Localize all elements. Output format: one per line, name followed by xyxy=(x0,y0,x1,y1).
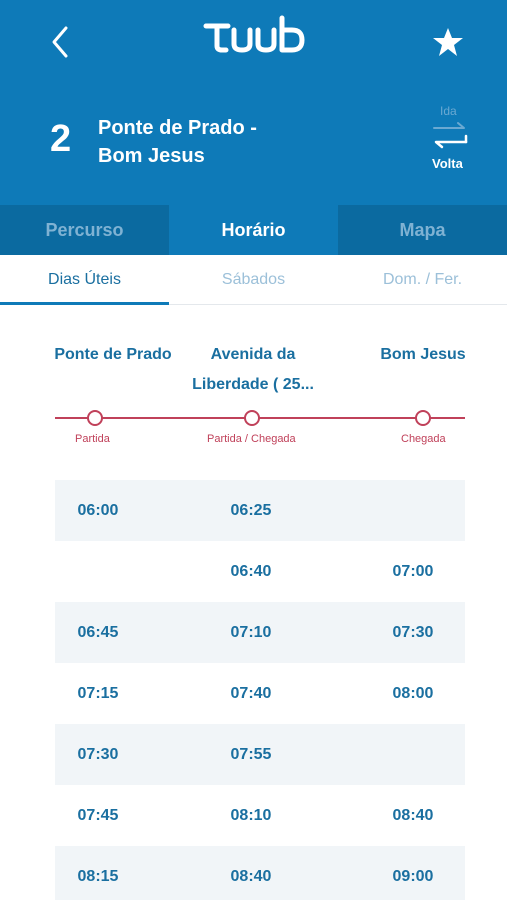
header: 2 Ponte de Prado - Bom Jesus Ida Volta xyxy=(0,0,507,205)
timeline-label-destination: Chegada xyxy=(401,433,446,445)
tub-logo xyxy=(200,12,310,62)
stop-name-middle: Avenida da Liberdade ( 25... xyxy=(180,340,326,400)
stop-name-destination: Bom Jesus xyxy=(380,346,466,363)
swap-direction-icon xyxy=(433,122,468,149)
subtab-sabados[interactable]: Sábados xyxy=(169,255,338,304)
schedule-cell: 07:45 xyxy=(77,806,119,824)
route-name: Ponte de Prado - Bom Jesus xyxy=(98,114,318,170)
chevron-left-icon xyxy=(52,26,68,58)
schedule-cell: 08:15 xyxy=(77,867,119,885)
schedule-row: 06:40 07:00 xyxy=(55,541,465,602)
schedule-row: 07:45 08:10 08:40 xyxy=(55,785,465,846)
tab-horario[interactable]: Horário xyxy=(169,205,338,255)
direction-toggle[interactable]: Ida Volta xyxy=(424,104,474,174)
schedule-row: 07:15 07:40 08:00 xyxy=(55,663,465,724)
schedule-cell: 08:10 xyxy=(230,806,272,824)
favorite-star-button[interactable] xyxy=(428,22,468,62)
timeline-line xyxy=(55,417,465,419)
schedule-cell: 08:40 xyxy=(230,867,272,885)
main-tabs: Percurso Horário Mapa xyxy=(0,205,507,255)
back-button[interactable] xyxy=(40,18,84,66)
route-name-line1: Ponte de Prado - xyxy=(98,117,257,139)
schedule-row: 06:00 06:25 xyxy=(55,480,465,541)
tab-mapa[interactable]: Mapa xyxy=(338,205,507,255)
day-type-tabs: Dias Úteis Sábados Dom. / Fer. xyxy=(0,255,507,305)
star-icon xyxy=(433,28,463,56)
timeline-label-middle: Partida / Chegada xyxy=(207,433,296,445)
schedule-cell: 07:15 xyxy=(77,684,119,702)
schedule-cell: 08:00 xyxy=(392,684,434,702)
timeline-label-origin: Partida xyxy=(75,433,110,445)
schedule-cell: 07:30 xyxy=(392,623,434,641)
schedule-cell: 07:10 xyxy=(230,623,272,641)
schedule-cell: 08:40 xyxy=(392,806,434,824)
timeline-dot-destination xyxy=(415,410,431,426)
schedule-row: 07:30 07:55 xyxy=(55,724,465,785)
schedule-cell: 07:00 xyxy=(392,562,434,580)
schedule-table: 06:00 06:25 06:40 07:00 06:45 07:10 07:3… xyxy=(55,480,465,900)
stop-name-middle-line1: Avenida da xyxy=(210,346,296,363)
schedule-cell: 07:40 xyxy=(230,684,272,702)
route-name-line2: Bom Jesus xyxy=(98,145,205,167)
stop-name-middle-line2: Liberdade ( 25... xyxy=(192,376,314,393)
schedule-row: 06:45 07:10 07:30 xyxy=(55,602,465,663)
timeline-dot-middle xyxy=(244,410,260,426)
subtab-domingos-feriados[interactable]: Dom. / Fer. xyxy=(338,255,507,304)
schedule-cell: 06:25 xyxy=(230,501,272,519)
tab-percurso[interactable]: Percurso xyxy=(0,205,169,255)
direction-volta-label: Volta xyxy=(432,156,463,171)
schedule-row: 08:15 08:40 09:00 xyxy=(55,846,465,900)
schedule-cell: 07:55 xyxy=(230,745,272,763)
route-number: 2 xyxy=(50,118,72,160)
schedule-cell: 07:30 xyxy=(77,745,119,763)
route-timeline: Partida Partida / Chegada Chegada xyxy=(55,405,465,453)
schedule-cell: 09:00 xyxy=(392,867,434,885)
subtab-dias-uteis[interactable]: Dias Úteis xyxy=(0,255,169,305)
schedule-cell: 06:00 xyxy=(77,501,119,519)
stop-name-origin: Ponte de Prado xyxy=(54,346,172,363)
schedule-cell: 06:40 xyxy=(230,562,272,580)
direction-ida-label: Ida xyxy=(440,104,457,118)
schedule-cell: 06:45 xyxy=(77,623,119,641)
timeline-dot-origin xyxy=(87,410,103,426)
